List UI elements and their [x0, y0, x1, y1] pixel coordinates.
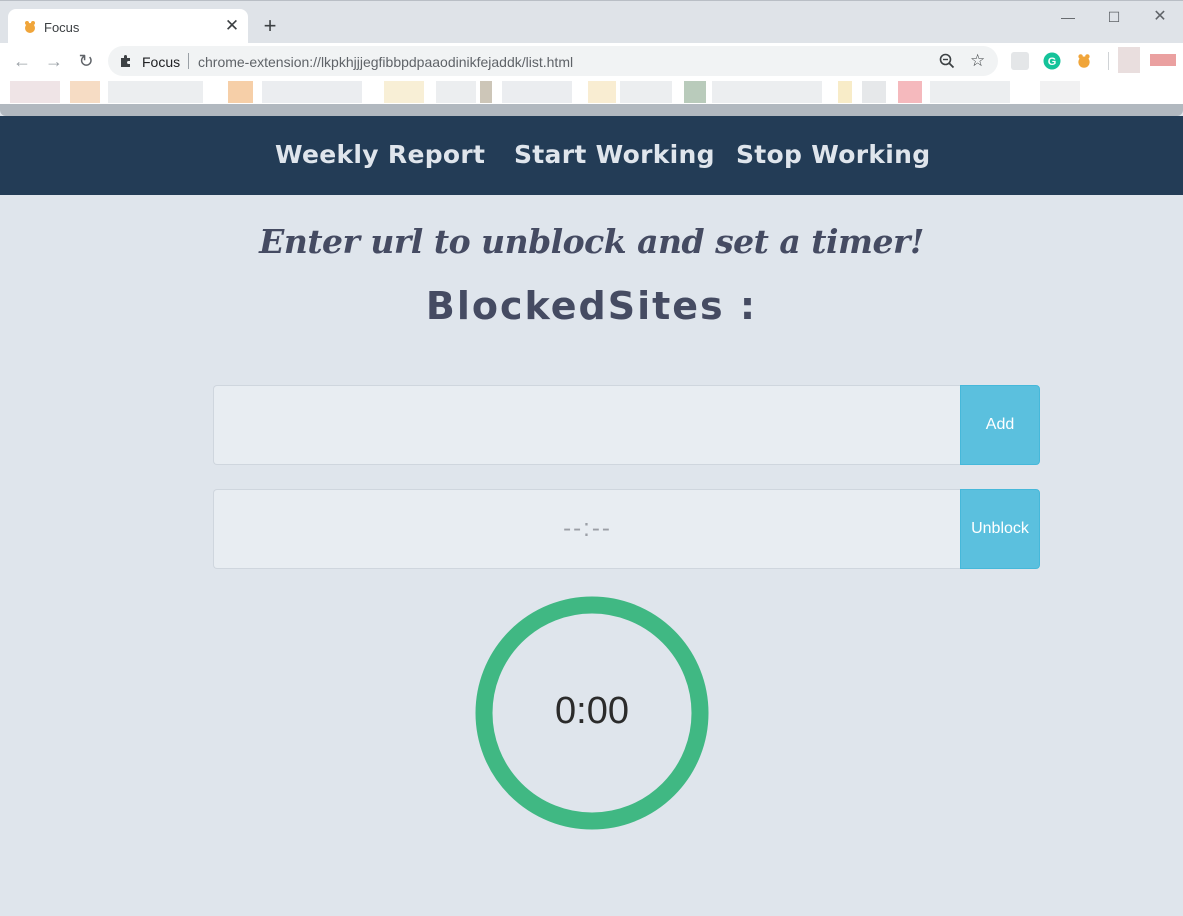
nav-stop-working[interactable]: Stop Working	[736, 140, 930, 169]
grammarly-icon[interactable]: G	[1043, 52, 1061, 70]
toolbar-divider	[1108, 52, 1109, 70]
bookmark-item[interactable]	[620, 81, 672, 103]
tab-close-icon[interactable]: ✕	[222, 16, 242, 36]
nav-weekly-report[interactable]: Weekly Report	[275, 140, 485, 169]
bookmark-item[interactable]	[480, 81, 492, 103]
page-headline: Enter url to unblock and set a timer!	[259, 222, 924, 261]
bookmark-item[interactable]	[70, 81, 100, 103]
bookmark-item[interactable]	[262, 81, 362, 103]
reload-icon[interactable]: ↻	[75, 51, 97, 71]
bookmark-item[interactable]	[436, 81, 476, 103]
bookmark-item[interactable]	[228, 81, 253, 103]
browser-toolbar: ← → ↻ Focus chrome-extension://lkpkhjjje…	[0, 43, 1183, 79]
bookmark-item[interactable]	[1040, 81, 1080, 103]
bookmarks-bar	[0, 79, 1183, 105]
timer-display: 0:00	[555, 690, 629, 732]
url-input[interactable]	[213, 385, 961, 465]
bookmark-item[interactable]	[10, 81, 60, 103]
profile-avatar[interactable]	[1118, 47, 1140, 73]
bookmark-item[interactable]	[108, 81, 203, 103]
extension-puzzle-icon	[121, 55, 130, 67]
focus-extension-icon[interactable]	[1075, 52, 1093, 70]
window-close-icon[interactable]: ✕	[1148, 8, 1172, 26]
url-text[interactable]: chrome-extension://lkpkhjjjegfibbpdpaaod…	[198, 54, 573, 70]
add-button[interactable]: Add	[960, 385, 1040, 465]
menu-icon[interactable]	[1150, 54, 1176, 66]
bookmark-item[interactable]	[684, 81, 706, 103]
zoom-icon[interactable]	[938, 52, 956, 70]
blocked-sites-title: BlockedSites :	[425, 284, 758, 328]
browser-tab[interactable]: Focus ✕	[8, 9, 248, 45]
tab-title: Focus	[44, 20, 80, 35]
bookmark-item[interactable]	[712, 81, 822, 103]
browser-tabstrip: Focus ✕ + — ☐ ✕	[0, 0, 1183, 45]
forward-icon[interactable]: →	[43, 51, 65, 71]
svg-text:G: G	[1048, 56, 1057, 68]
focus-favicon-icon	[25, 21, 35, 33]
browser-frame-edge	[0, 104, 1183, 116]
nav-start-working[interactable]: Start Working	[514, 140, 715, 169]
time-input[interactable]	[213, 489, 961, 569]
back-icon[interactable]: ←	[11, 51, 33, 71]
star-icon[interactable]: ☆	[970, 51, 985, 71]
maximize-icon[interactable]: ☐	[1102, 8, 1126, 26]
bookmark-item[interactable]	[588, 81, 616, 103]
bookmark-item[interactable]	[930, 81, 1010, 103]
omnibox-separator	[188, 53, 189, 69]
timer-input-group: Unblock	[213, 489, 1040, 569]
extension-icon[interactable]	[1011, 52, 1029, 70]
omnibox-site-label: Focus	[142, 54, 181, 70]
url-input-group: Add	[213, 385, 1040, 465]
bookmark-item[interactable]	[502, 81, 572, 103]
top-navbar: Weekly Report Start Working Stop Working	[0, 116, 1183, 195]
bookmark-item[interactable]	[862, 81, 886, 103]
bookmark-item[interactable]	[838, 81, 852, 103]
bookmark-item[interactable]	[898, 81, 922, 103]
minimize-icon[interactable]: —	[1056, 8, 1080, 26]
address-bar[interactable]: Focus chrome-extension://lkpkhjjjegfibbp…	[108, 46, 998, 76]
new-tab-icon[interactable]: +	[259, 15, 281, 37]
unblock-button[interactable]: Unblock	[960, 489, 1040, 569]
bookmark-item[interactable]	[384, 81, 424, 103]
